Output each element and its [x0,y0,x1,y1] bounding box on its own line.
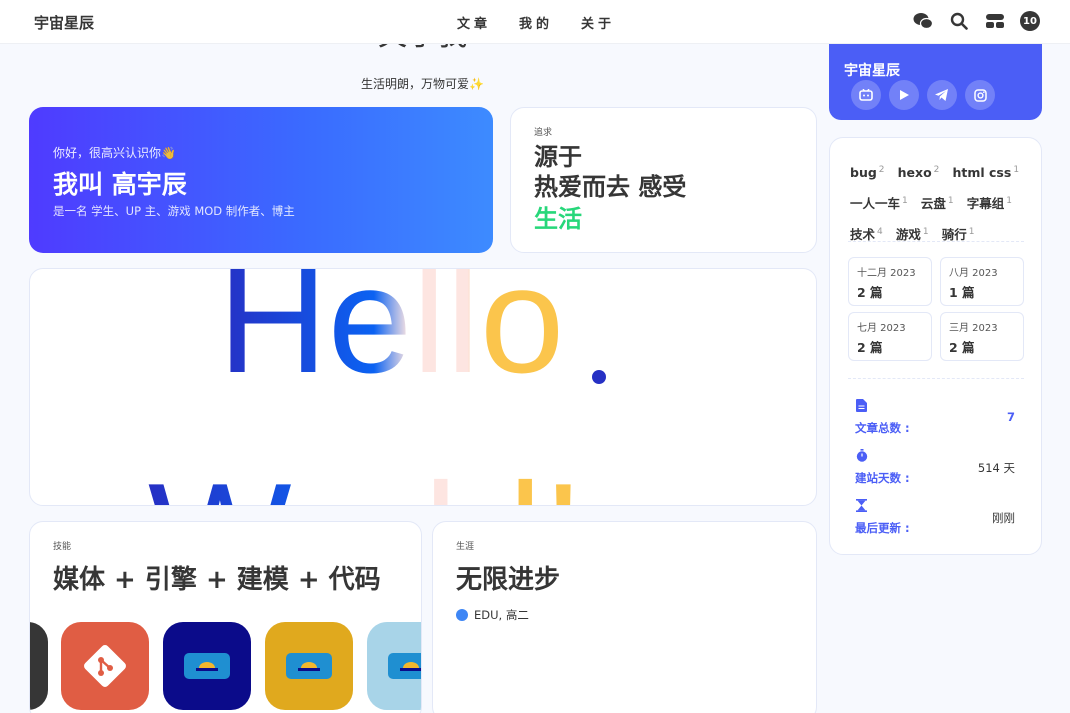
tag-item[interactable]: 字幕组 1 [967,187,1012,218]
tag-count: 1 [1006,196,1012,207]
unity-icon [265,622,353,710]
tag-name: hexo [897,165,932,181]
career-item: EDU, 高二 [456,607,529,623]
tag-name: 一人一车 [850,196,901,212]
hello-world-card: Hello World! [29,268,817,506]
tag-count: 4 [877,227,883,238]
tag-item[interactable]: 一人一车 1 [850,187,908,218]
tag-name: 字幕组 [966,196,1005,212]
archive-count: 2 篇 [857,340,883,355]
menu-item-articles[interactable]: 文章 [457,13,491,32]
intro-name: 我叫 高宇辰 [53,170,187,199]
menu-item-mine[interactable]: 我的 [519,13,553,32]
pursuit-label: 追求 [534,128,553,138]
skills-card: 技能 媒体 + 引擎 + 建模 + 代码 [29,521,422,713]
tag-count: 1 [922,227,929,238]
archive-item[interactable]: 三月 2023 2 篇 [940,312,1024,361]
page-subtitle: 生活明朗，万物可爱✨ [361,77,484,91]
career-card: 生涯 无限进步 EDU, 高二 [432,521,817,713]
pursuit-line-1: 源于 [534,143,582,171]
tag-count: 1 [947,196,954,207]
archive-count: 1 篇 [949,285,975,300]
stat-value-updated: 刚刚 [992,511,1015,525]
tag-count: 2 [878,165,885,175]
tag-item[interactable]: 云盘 1 [921,187,954,218]
intro-card: 你好，很高兴认识你👋 我叫 高宇辰 是一名 学生、UP 主、游戏 MOD 制作者… [29,107,493,253]
git-icon [61,622,149,710]
stat-label-days: 建站天数 : [855,471,910,485]
pursuit-line-3: 生活 [534,205,582,233]
telegram-icon[interactable] [927,80,957,110]
archive-item[interactable]: 八月 2023 1 篇 [940,257,1024,306]
intro-description: 是一名 学生、UP 主、游戏 MOD 制作者、博主 [53,204,295,218]
tag-count: 1 [968,227,975,238]
hello-text: Hello [218,269,564,405]
tag-cloud: bug 2 hexo 2 html css 1 一人一车 1 云盘 1 字幕组 1 技术 4 … [850,156,1030,249]
tag-count: 2 [933,165,940,175]
divider [848,378,1024,379]
tag-count: 1 [902,196,908,207]
tag-item[interactable]: 骑行 1 [942,218,975,249]
intro-greeting: 你好，很高兴认识你👋 [53,146,176,160]
file-icon [856,397,867,416]
skills-label: 技能 [53,542,72,552]
tag-item[interactable]: 游戏 1 [896,218,929,249]
divider [848,241,1024,242]
nav-icons: 10 [912,10,1040,32]
dark-tile-icon [30,622,48,710]
skills-title: 媒体 + 引擎 + 建模 + 代码 [53,565,381,595]
career-item-text: EDU, 高二 [474,608,529,622]
career-label: 生涯 [456,542,475,552]
archive-month: 三月 2023 [949,323,998,334]
tag-name: html css [952,165,1012,181]
sidebar-info-card: bug 2 hexo 2 html css 1 一人一车 1 云盘 1 字幕组 1 技术 4 … [829,137,1042,555]
stat-value-posts: 7 [1006,410,1015,424]
career-dot [456,609,468,621]
cloud-icon [367,622,421,710]
stat-value-days: 514 天 [977,461,1015,475]
main-menu: 文章 我的 关于 [457,13,643,32]
tag-item[interactable]: bug 2 [850,156,885,187]
instagram-icon[interactable] [965,80,995,110]
tag-item[interactable]: 技术 4 [850,218,883,249]
top-nav: 宇宙星辰 文章 我的 关于 10 [0,0,1070,44]
menu-item-about[interactable]: 关于 [581,13,615,32]
archive-month: 八月 2023 [949,268,998,279]
tag-item[interactable]: html css 1 [952,156,1019,187]
social-links [851,80,995,110]
tag-item[interactable]: hexo 2 [898,156,940,187]
archive-item[interactable]: 七月 2023 2 篇 [848,312,932,361]
career-title: 无限进步 [456,565,561,595]
hello-world-art: Hello World! [148,269,606,506]
stat-label-posts: 文章总数 : [855,421,910,435]
world-text: World! [148,452,584,506]
hourglass-icon [856,497,867,516]
pursuit-line-2: 热爱而去 感受 [534,173,687,201]
search-icon[interactable] [948,10,970,32]
archive-month: 七月 2023 [857,323,906,334]
archive-count: 2 篇 [857,285,883,300]
play-icon[interactable] [889,80,919,110]
blender-icon [163,622,251,710]
tag-name: 云盘 [920,196,946,212]
author-name: 宇宙星辰 [844,63,900,79]
site-brand[interactable]: 宇宙星辰 [34,12,94,33]
tag-name: bug [850,165,877,181]
count-badge[interactable]: 10 [1020,11,1040,31]
pursuit-card: 追求 源于 热爱而去 感受 生活 [510,107,817,253]
stat-label-updated: 最后更新 : [855,521,910,535]
tag-count: 1 [1013,165,1020,175]
author-card: 宇宙星辰 [829,32,1042,120]
archive-month: 十二月 2023 [857,268,916,279]
wechat-icon[interactable] [912,10,934,32]
archive-item[interactable]: 十二月 2023 2 篇 [848,257,932,306]
toggle-icon[interactable] [984,10,1006,32]
bilibili-icon[interactable] [851,80,881,110]
archive-count: 2 篇 [949,340,975,355]
stopwatch-icon [856,447,868,466]
